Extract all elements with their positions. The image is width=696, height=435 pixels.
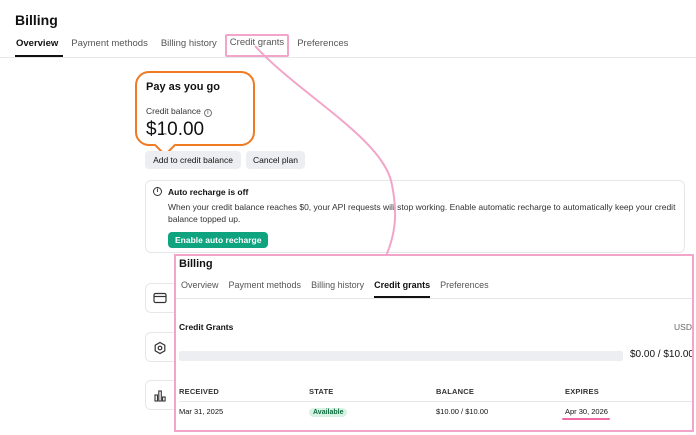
page-title: Billing (15, 12, 58, 28)
credit-grants-zoom-panel: Billing Overview Payment methods Billing… (174, 254, 694, 432)
column-header-received: RECEIVED (179, 387, 219, 396)
grant-received-date: Mar 31, 2025 (179, 407, 224, 416)
plan-callout: Pay as you go Credit balance i $10.00 (135, 71, 255, 146)
cancel-plan-button[interactable]: Cancel plan (246, 151, 305, 169)
auto-recharge-title: Auto recharge is off (168, 187, 249, 197)
inset-tabs: Overview Payment methods Billing history… (181, 280, 499, 298)
plan-title: Pay as you go (146, 81, 220, 93)
currency-label: USD (674, 322, 692, 332)
inset-tab-payment-methods[interactable]: Payment methods (229, 280, 302, 298)
inset-tab-overview[interactable]: Overview (181, 280, 219, 298)
grant-balance: $10.00 / $10.00 (436, 407, 489, 416)
billing-tabs: Overview Payment methods Billing history… (15, 34, 356, 57)
gear-icon (154, 341, 166, 355)
inset-tab-billing-history[interactable]: Billing history (311, 280, 364, 298)
column-header-balance: BALANCE (436, 387, 475, 396)
grant-state-cell: Available (309, 407, 348, 417)
status-badge: Available (309, 408, 348, 417)
enable-auto-recharge-button[interactable]: Enable auto recharge (168, 232, 269, 248)
credit-usage-text: $0.00 / $10.00 (630, 349, 694, 360)
table-header-divider (179, 401, 692, 402)
inset-tabs-divider (176, 298, 692, 299)
tab-credit-grants[interactable]: Credit grants (224, 34, 290, 57)
credit-grants-heading: Credit Grants (179, 322, 234, 332)
credit-balance-text: Credit balance (146, 106, 201, 116)
column-header-state: STATE (309, 387, 334, 396)
info-icon[interactable]: i (203, 109, 212, 117)
tabs-divider (0, 57, 696, 58)
tab-preferences[interactable]: Preferences (292, 36, 353, 57)
add-to-credit-balance-button[interactable]: Add to credit balance (145, 151, 241, 169)
credit-balance-amount: $10.00 (146, 119, 205, 140)
info-circle-icon: i (153, 187, 162, 196)
auto-recharge-notice: i Auto recharge is off When your credit … (145, 180, 685, 253)
credit-card-icon (153, 292, 167, 304)
credit-usage-bar (179, 351, 623, 361)
bar-chart-icon (154, 390, 166, 402)
tab-overview[interactable]: Overview (15, 36, 64, 57)
inset-tab-credit-grants[interactable]: Credit grants (374, 280, 431, 298)
grant-expires-date: Apr 30, 2026 (565, 407, 608, 416)
expires-highlight-underline (562, 418, 610, 420)
auto-recharge-description: When your credit balance reaches $0, you… (168, 202, 676, 224)
inset-tab-preferences[interactable]: Preferences (440, 280, 489, 298)
inset-page-title: Billing (179, 258, 213, 270)
tab-payment-methods[interactable]: Payment methods (66, 36, 153, 57)
column-header-expires: EXPIRES (565, 387, 599, 396)
tab-billing-history[interactable]: Billing history (156, 36, 222, 57)
credit-balance-label: Credit balance i (146, 106, 212, 117)
